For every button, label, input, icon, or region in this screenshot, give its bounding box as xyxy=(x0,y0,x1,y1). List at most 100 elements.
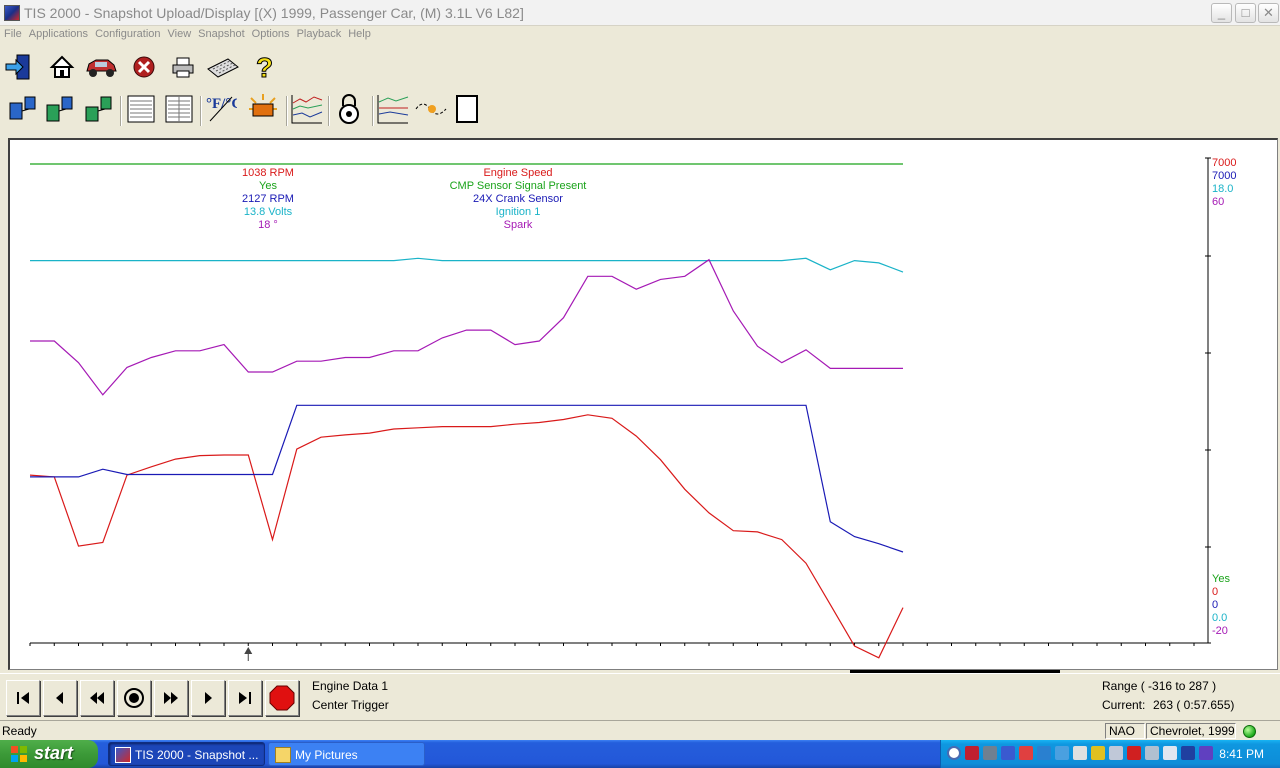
current-readout: 263 ( 0:57.655) xyxy=(1153,698,1235,712)
connection-status-icon xyxy=(1243,725,1256,738)
blank-page-icon[interactable] xyxy=(450,92,484,126)
network-warning-icon[interactable] xyxy=(983,746,997,760)
menu-playback[interactable]: Playback xyxy=(293,26,345,40)
next-button[interactable] xyxy=(191,680,225,716)
task-tis2000-label: TIS 2000 - Snapshot ... xyxy=(135,748,259,762)
next-icon xyxy=(205,692,212,704)
table-view-icon[interactable] xyxy=(162,92,196,126)
network-disconnected-icon[interactable] xyxy=(1001,746,1015,760)
display-icon[interactable] xyxy=(1055,746,1069,760)
data-list-name: Engine Data 1 xyxy=(312,679,389,693)
last-button[interactable] xyxy=(228,680,262,716)
legend-name: Spark xyxy=(504,219,533,231)
media-icon[interactable] xyxy=(1199,746,1213,760)
trigger-icon[interactable] xyxy=(246,92,280,126)
tis-task-icon xyxy=(115,747,131,763)
menu-help[interactable]: Help xyxy=(344,26,374,40)
axis-max-label: 60 xyxy=(1212,196,1224,208)
menu-applications[interactable]: Applications xyxy=(25,26,91,40)
stop-playback-button[interactable] xyxy=(265,680,299,716)
task-my-pictures[interactable]: My Pictures xyxy=(268,742,425,766)
status-text: Ready xyxy=(2,724,37,738)
graph-icon[interactable] xyxy=(290,92,324,126)
car-icon[interactable] xyxy=(84,50,118,84)
record-button[interactable] xyxy=(117,680,151,716)
series-line-ignition-1 xyxy=(30,257,904,273)
task-my-pictures-label: My Pictures xyxy=(295,748,358,762)
prev-icon xyxy=(56,692,63,704)
scan-tool-3-icon[interactable] xyxy=(82,92,116,126)
axis-min-label: 0 xyxy=(1212,586,1218,598)
scan-tool-1-icon[interactable] xyxy=(6,92,40,126)
legend-name: CMP Sensor Signal Present xyxy=(450,180,587,192)
legend-value: 18 ° xyxy=(258,219,278,231)
menu-file[interactable]: File xyxy=(0,26,25,40)
legend-name: 24X Crank Sensor xyxy=(473,193,563,205)
graph-panel[interactable]: 1038 RPM Yes 2127 RPM 13.8 Volts 18 ° Engine … xyxy=(8,138,1278,670)
axis-max-label: 7000 xyxy=(1212,170,1236,182)
taskbar: start TIS 2000 - Snapshot ... My Picture… xyxy=(0,740,1280,768)
home-icon[interactable] xyxy=(45,50,79,84)
last-icon xyxy=(239,692,251,704)
axis-min-label: 0.0 xyxy=(1212,612,1227,624)
help-icon[interactable]: ? xyxy=(248,50,282,84)
menu-configuration[interactable]: Configuration xyxy=(91,26,163,40)
spark-icon[interactable] xyxy=(414,92,448,126)
axis-min-label: Yes xyxy=(1212,573,1230,585)
svg-text:?: ? xyxy=(256,52,273,82)
menu-view[interactable]: View xyxy=(164,26,195,40)
graph-compare-icon[interactable] xyxy=(376,92,410,126)
scan-tool-2-icon[interactable] xyxy=(43,92,77,126)
toolbar-separator xyxy=(328,96,330,126)
clock-sync-icon[interactable] xyxy=(1073,746,1087,760)
bluetooth-icon[interactable] xyxy=(1091,746,1105,760)
playback-panel: Engine Data 1 Center Trigger Range ( -31… xyxy=(0,673,1280,721)
fast-forward-button[interactable] xyxy=(154,680,188,716)
monitor-icon[interactable] xyxy=(1163,746,1177,760)
toolbar-separator xyxy=(200,96,202,126)
application-window: TIS 2000 - Snapshot Upload/Display [(X) … xyxy=(0,0,1280,740)
lock-icon[interactable] xyxy=(332,92,366,126)
mcafee-icon[interactable] xyxy=(1127,746,1141,760)
rewind-button[interactable] xyxy=(80,680,114,716)
list-view-icon[interactable] xyxy=(124,92,158,126)
maximize-button[interactable]: □ xyxy=(1235,3,1256,23)
task-tis2000[interactable]: TIS 2000 - Snapshot ... xyxy=(108,742,265,766)
status-bar: Ready NAO Chevrolet, 1999 xyxy=(0,720,1280,740)
main-toolbar: ? xyxy=(0,50,1280,90)
series-line-24x-crank-sensor xyxy=(30,404,904,553)
rewind-icon xyxy=(90,692,104,704)
region-indicator: NAO xyxy=(1105,723,1145,739)
printer-icon[interactable] xyxy=(166,50,200,84)
menu-snapshot[interactable]: Snapshot xyxy=(194,26,247,40)
axis-max-label: 18.0 xyxy=(1212,183,1233,195)
tray-expand-icon[interactable] xyxy=(947,746,961,760)
toolbar-separator xyxy=(372,96,374,126)
window-title: TIS 2000 - Snapshot Upload/Display [(X) … xyxy=(24,5,524,21)
first-button[interactable] xyxy=(6,680,40,716)
title-bar[interactable]: TIS 2000 - Snapshot Upload/Display [(X) … xyxy=(0,0,1280,26)
antivirus-icon[interactable] xyxy=(1019,746,1033,760)
keyboard-icon[interactable] xyxy=(206,50,240,84)
start-button[interactable]: start xyxy=(0,740,98,768)
clock: 8:41 PM xyxy=(1219,747,1264,761)
series-line-engine-speed xyxy=(29,414,904,659)
close-button[interactable]: ✕ xyxy=(1258,3,1279,23)
stop-icon[interactable] xyxy=(127,50,161,84)
minimize-button[interactable]: _ xyxy=(1211,3,1232,23)
prev-button[interactable] xyxy=(43,680,77,716)
intel-icon[interactable] xyxy=(1181,746,1195,760)
units-fc-icon[interactable]: °F/°C xyxy=(204,92,238,126)
computer-icon[interactable] xyxy=(1037,746,1051,760)
record-icon xyxy=(124,688,144,708)
toolbar-separator xyxy=(286,96,288,126)
data-graph[interactable]: 1038 RPMYes2127 RPM13.8 Volts18 °Engine … xyxy=(10,140,1278,670)
volume-icon[interactable] xyxy=(1109,746,1123,760)
tis-app-icon[interactable] xyxy=(4,5,20,21)
current-label: Current: xyxy=(1102,698,1146,712)
usb-icon[interactable] xyxy=(1145,746,1159,760)
shield-icon[interactable] xyxy=(965,746,979,760)
fast-forward-icon xyxy=(164,692,178,704)
menu-options[interactable]: Options xyxy=(248,26,293,40)
exit-icon[interactable] xyxy=(2,50,36,84)
